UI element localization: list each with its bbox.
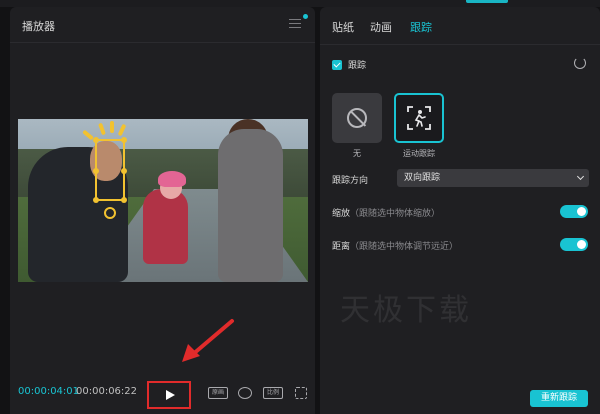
arrow-annotation-icon: [182, 319, 234, 362]
track-checkbox[interactable]: [332, 60, 342, 70]
fullscreen-icon[interactable]: [295, 387, 307, 399]
tracker-sticker[interactable]: [78, 121, 138, 141]
scale-label-text: 缩放: [332, 209, 351, 219]
menu-icon[interactable]: [289, 19, 301, 29]
option-motion-track-label: 运动跟踪: [403, 149, 435, 158]
top-strip: [0, 0, 600, 7]
notification-dot: [303, 14, 308, 19]
distance-toggle[interactable]: [560, 238, 588, 251]
scale-label: 缩放（跟随选中物体缩放）: [332, 206, 440, 219]
current-time: 00:00:04:01: [18, 386, 80, 397]
direction-value: 双向跟踪: [404, 173, 441, 183]
quality-button[interactable]: 原画: [208, 387, 228, 399]
direction-select[interactable]: 双向跟踪: [397, 169, 589, 187]
properties-panel: 贴纸 动画 跟踪 跟踪 无 运动跟踪 跟踪方向 双向跟踪 缩放（跟随选中物体缩放…: [320, 7, 600, 414]
video-preview[interactable]: [18, 119, 308, 282]
distance-label: 距离（跟随选中物体调节远近）: [332, 239, 458, 252]
reset-icon[interactable]: [574, 57, 586, 69]
tracking-box[interactable]: [93, 137, 127, 203]
player-panel: 播放器 00:00:04:01 00:00:06:22 原画 比例: [10, 7, 315, 414]
resize-handle[interactable]: [121, 197, 127, 203]
option-none-label: 无: [353, 149, 361, 158]
option-none[interactable]: [332, 93, 382, 143]
resize-handle[interactable]: [93, 168, 99, 174]
resize-handle[interactable]: [93, 137, 99, 143]
woman-figure: [218, 129, 283, 282]
rotate-handle-icon[interactable]: [104, 207, 116, 219]
ban-icon: [347, 108, 367, 128]
player-title: 播放器: [22, 20, 55, 33]
motion-track-icon: [407, 106, 431, 130]
props-tabs: 贴纸 动画 跟踪: [320, 7, 600, 45]
resize-handle[interactable]: [121, 137, 127, 143]
player-header: 播放器: [10, 7, 315, 43]
option-motion-track[interactable]: [394, 93, 444, 143]
retrack-button[interactable]: 重新跟踪: [530, 390, 588, 407]
playback-controls: 00:00:04:01 00:00:06:22 原画 比例: [10, 377, 315, 409]
resize-handle[interactable]: [93, 197, 99, 203]
track-checkbox-label: 跟踪: [348, 61, 367, 71]
total-time: 00:00:06:22: [76, 386, 138, 397]
scale-toggle[interactable]: [560, 205, 588, 218]
play-button[interactable]: [147, 381, 191, 409]
direction-label: 跟踪方向: [332, 176, 369, 186]
tab-animation[interactable]: 动画: [370, 19, 392, 35]
snapshot-icon[interactable]: [238, 387, 252, 399]
ratio-button[interactable]: 比例: [263, 387, 283, 399]
play-icon: [165, 390, 175, 400]
resize-handle[interactable]: [121, 168, 127, 174]
tab-sticker[interactable]: 贴纸: [332, 19, 354, 35]
distance-hint: （跟随选中物体调节远近）: [350, 242, 459, 252]
girl-hat: [158, 171, 186, 187]
tab-tracking[interactable]: 跟踪: [410, 19, 432, 35]
girl-figure: [143, 189, 188, 264]
app-window: 播放器 00:00:04:01 00:00:06:22 原画 比例 贴纸 动画 …: [0, 0, 600, 414]
top-accent: [466, 0, 508, 3]
watermark: 天极下载: [340, 293, 472, 328]
chevron-down-icon: [576, 172, 585, 181]
distance-label-text: 距离: [332, 242, 351, 252]
scale-hint: （跟随选中物体缩放）: [350, 209, 441, 219]
